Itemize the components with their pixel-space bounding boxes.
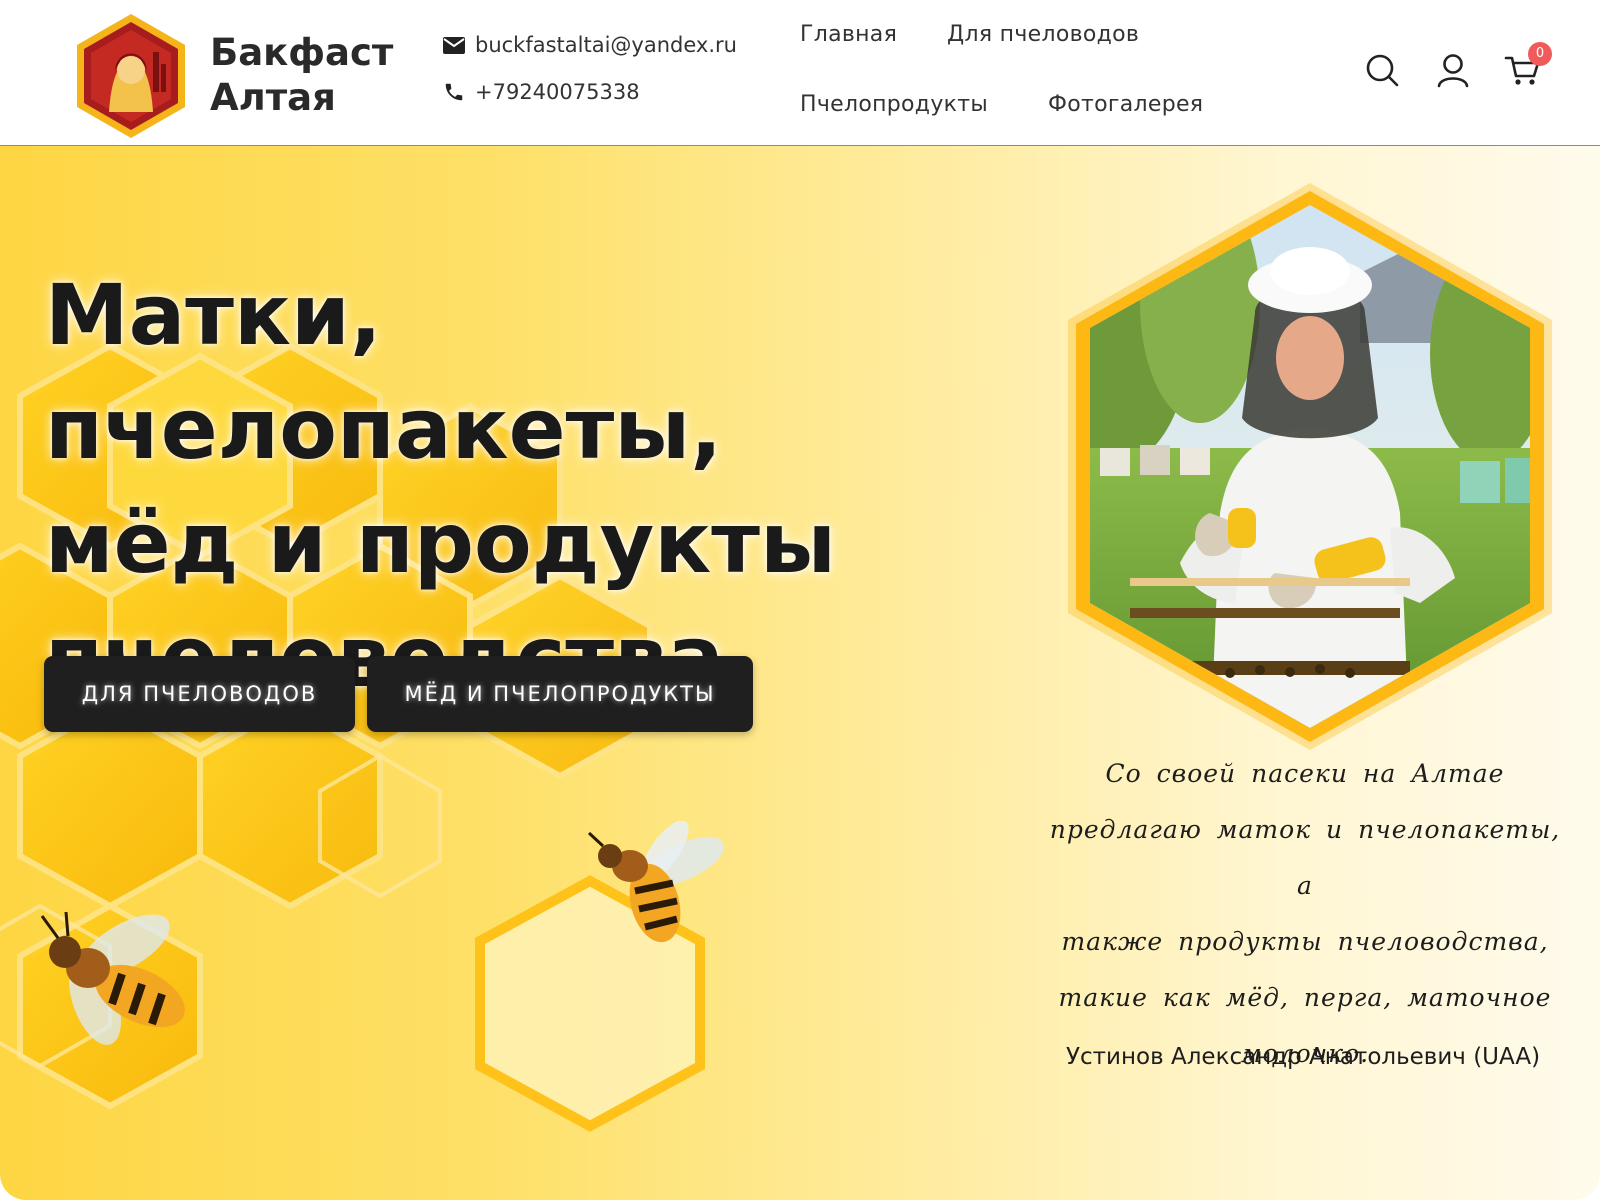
phone-contact[interactable]: +79240075338 [443, 80, 640, 104]
brand-name[interactable]: Бакфаст Алтая [210, 30, 393, 120]
brand-line-1: Бакфаст [210, 31, 394, 74]
site-header: Бакфаст Алтая buckfastaltai@yandex.ru +7… [0, 0, 1600, 146]
envelope-icon [443, 36, 465, 54]
nav-bee-products[interactable]: Пчелопродукты [800, 92, 988, 117]
cart-count-badge: 0 [1528, 42, 1552, 66]
hero-section: Матки, пчелопакеты, мёд и продукты пчело… [0, 146, 1600, 1200]
phone-link[interactable]: +79240075338 [475, 80, 640, 104]
quote-line-3: также продукты пчеловодства, [1061, 927, 1549, 956]
nav-for-beekeepers[interactable]: Для пчеловодов [947, 22, 1139, 47]
brand-line-2: Алтая [210, 76, 336, 119]
bee-icon [40, 911, 185, 1045]
nav-home[interactable]: Главная [800, 22, 897, 47]
page: Бакфаст Алтая buckfastaltai@yandex.ru +7… [0, 0, 1600, 1200]
beekeeper-photo [1068, 183, 1552, 750]
honey-products-button[interactable]: МЁД И ПЧЕЛОПРОДУКТЫ [367, 656, 753, 732]
email-contact[interactable]: buckfastaltai@yandex.ru [443, 33, 737, 57]
user-icon[interactable] [1433, 50, 1473, 90]
nav-photo-gallery[interactable]: Фотогалерея [1048, 92, 1203, 117]
quote-line-2: предлагаю маток и пчелопакеты, а [1049, 815, 1561, 900]
quote-text: Со своей пасеки на Алтае предлагаю маток… [1040, 746, 1570, 1082]
hero-title: Матки, пчелопакеты, мёд и продукты пчело… [45, 258, 1005, 714]
logo-icon[interactable] [75, 12, 187, 140]
quote-line-4: такие как мёд, перга, маточное [1058, 983, 1552, 1012]
bee-icon [587, 821, 724, 943]
email-link[interactable]: buckfastaltai@yandex.ru [475, 33, 737, 57]
quote-line-1: Со своей пасеки на Алтае [1105, 759, 1505, 788]
phone-icon [445, 83, 463, 101]
hero-title-line-1: Матки, пчелопакеты, [45, 266, 723, 478]
quote-author: Устинов Александр Анатольевич (UAA) [1066, 1044, 1541, 1070]
hero-title-line-2: мёд и продукты [45, 494, 836, 592]
for-beekeepers-button[interactable]: ДЛЯ ПЧЕЛОВОДОВ [44, 656, 355, 732]
search-icon[interactable] [1362, 50, 1402, 90]
